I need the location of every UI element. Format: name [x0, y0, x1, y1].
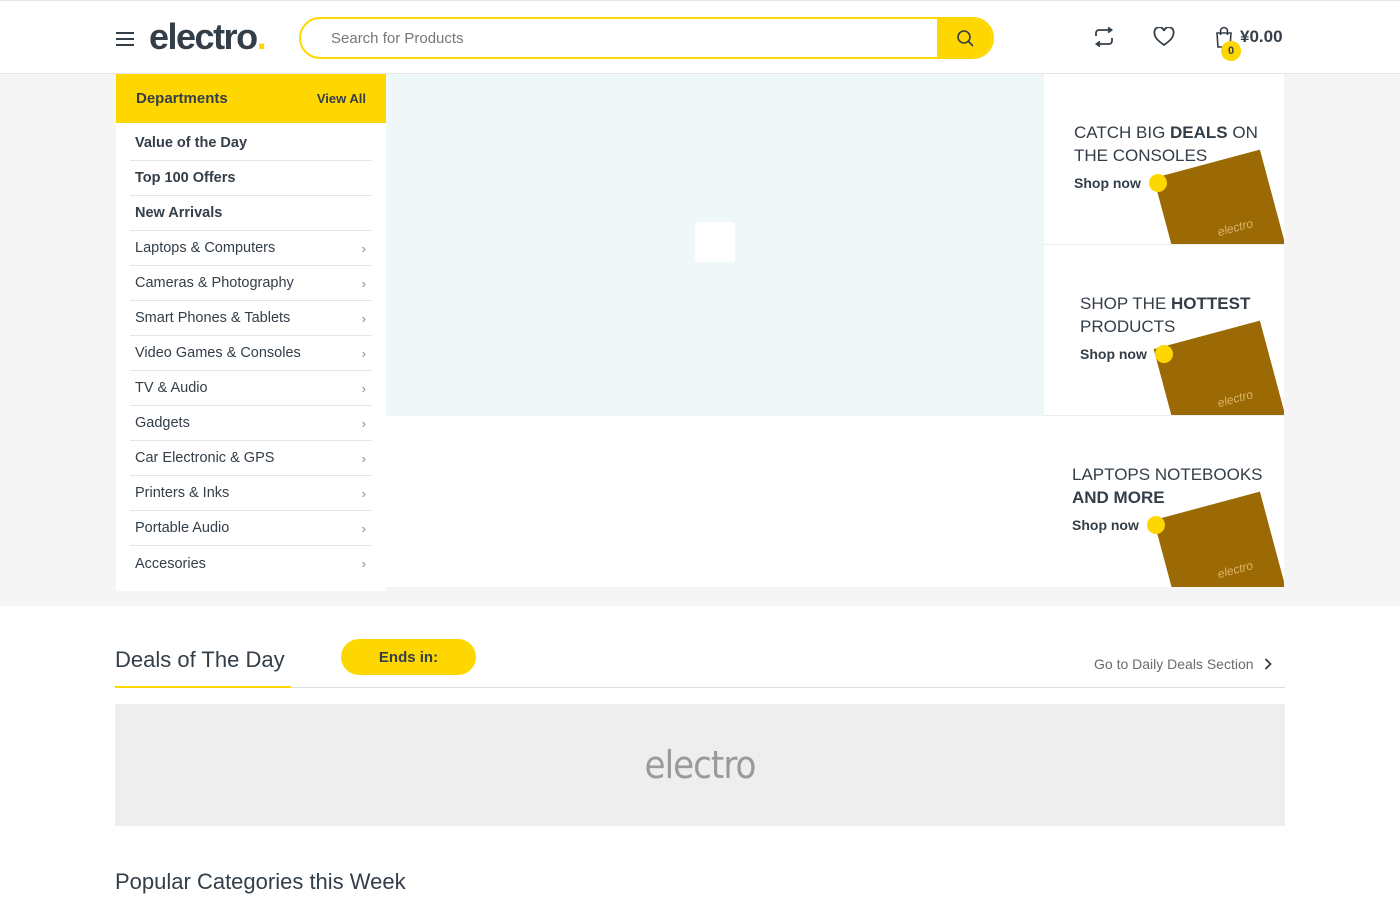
chevron-right-icon: ›	[361, 345, 366, 361]
dept-item-cameras-photography[interactable]: Cameras & Photography ›	[130, 266, 372, 301]
hero-slider-footer	[386, 416, 1044, 587]
search-icon	[956, 30, 973, 47]
dept-item-portable-audio[interactable]: Portable Audio ›	[130, 511, 372, 546]
dept-item-label: New Arrivals	[135, 205, 223, 221]
promo-banner-consoles[interactable]: electro Catch Big Deals on the Consoles …	[1044, 74, 1284, 245]
chevron-right-icon: ›	[361, 415, 366, 431]
dept-item-value-of-the-day[interactable]: Value of the Day	[130, 126, 372, 161]
departments-menu: Departments View All Value of the Day To…	[116, 74, 386, 591]
heart-icon	[1153, 27, 1175, 47]
dept-item-accesories[interactable]: Accesories ›	[130, 546, 372, 581]
view-all-link[interactable]: View All	[317, 91, 366, 106]
hamburger-menu-icon[interactable]	[116, 32, 134, 46]
dept-item-label: Car Electronic & GPS	[135, 450, 275, 466]
promo-banner-laptops[interactable]: electro Laptops Notebooks And More Shop …	[1044, 416, 1284, 587]
banner-dot	[1155, 345, 1173, 363]
dept-item-label: Gadgets	[135, 415, 190, 431]
popular-categories-title: Popular Categories this Week	[115, 869, 406, 894]
search-input[interactable]	[301, 19, 941, 57]
deals-banner-logo: electro	[644, 743, 757, 787]
dept-item-new-arrivals[interactable]: New Arrivals	[130, 196, 372, 231]
dept-item-label: Laptops & Computers	[135, 240, 276, 256]
chevron-right-icon: ›	[361, 310, 366, 326]
ends-in-badge: Ends in:	[341, 639, 476, 675]
departments-title: Departments	[136, 90, 228, 107]
banner-heading: Shop the Hottest Products	[1080, 292, 1280, 338]
shop-now-link[interactable]: Shop now	[1074, 175, 1141, 191]
dept-item-top-100-offers[interactable]: Top 100 Offers	[130, 161, 372, 196]
deals-title: Deals of The Day	[115, 647, 285, 672]
dept-item-smart-phones-tablets[interactable]: Smart Phones & Tablets ›	[130, 301, 372, 336]
banner-heading-post: Products	[1080, 317, 1176, 336]
dept-item-label: Cameras & Photography	[135, 275, 294, 291]
banner-dot	[1149, 174, 1167, 192]
chevron-right-icon: ›	[361, 485, 366, 501]
daily-deals-link-label: Go to Daily Deals Section	[1094, 656, 1254, 672]
hero-slider[interactable]	[386, 74, 1044, 416]
dept-item-video-games-consoles[interactable]: Video Games & Consoles ›	[130, 336, 372, 371]
chevron-right-icon: ›	[361, 380, 366, 396]
dept-item-label: Smart Phones & Tablets	[135, 310, 291, 326]
daily-deals-link[interactable]: Go to Daily Deals Section	[1094, 656, 1272, 672]
departments-header: Departments View All	[116, 74, 386, 123]
slider-loading-placeholder	[695, 222, 735, 262]
cart-total[interactable]: ¥0.00	[1240, 27, 1283, 47]
shop-now-link[interactable]: Shop now	[1080, 346, 1147, 362]
banner-dot	[1147, 516, 1165, 534]
departments-list: Value of the Day Top 100 Offers New Arri…	[116, 123, 386, 581]
dept-item-laptops-computers[interactable]: Laptops & Computers ›	[130, 231, 372, 266]
banner-heading-pre: Shop the	[1080, 294, 1172, 313]
compare-icon	[1094, 27, 1114, 47]
chevron-right-icon: ›	[361, 556, 366, 571]
banner-heading-bold: Deals	[1170, 123, 1228, 142]
dept-item-label: Accesories	[135, 555, 206, 572]
cart-count-badge: 0	[1221, 41, 1241, 61]
deals-banner[interactable]: electro	[115, 704, 1285, 826]
logo-text: electro	[149, 16, 258, 57]
banner-heading: Catch Big Deals on the Consoles	[1074, 121, 1274, 167]
promo-banner-hottest[interactable]: electro Shop the Hottest Products Shop n…	[1044, 245, 1284, 416]
shop-now-link[interactable]: Shop now	[1072, 517, 1139, 533]
search-bar	[299, 17, 994, 59]
banner-heading-pre: Catch Big	[1074, 123, 1171, 142]
dept-item-label: Video Games & Consoles	[135, 345, 301, 361]
logo-dot: .	[256, 16, 267, 57]
dept-item-car-electronic-gps[interactable]: Car Electronic & GPS ›	[130, 441, 372, 476]
deals-title-underline	[115, 686, 291, 688]
chevron-right-icon: ›	[361, 240, 366, 256]
banner-heading: Laptops Notebooks And More	[1072, 463, 1282, 509]
site-header: electro. 0 ¥0.00	[0, 0, 1400, 74]
chevron-right-icon: ›	[361, 275, 366, 291]
dept-item-label: TV & Audio	[135, 380, 208, 396]
chevron-right-icon: ›	[361, 450, 366, 466]
banner-heading-bold: And More	[1072, 488, 1165, 507]
dept-item-label: Value of the Day	[135, 135, 248, 151]
chevron-right-icon: ›	[361, 520, 366, 536]
dept-item-gadgets[interactable]: Gadgets ›	[130, 406, 372, 441]
dept-item-tv-audio[interactable]: TV & Audio ›	[130, 371, 372, 406]
banner-heading-bold: Hottest	[1171, 294, 1251, 313]
banner-image-label: electro	[1216, 387, 1255, 411]
banner-heading-pre: Laptops Notebooks	[1072, 465, 1263, 484]
banner-image-label: electro	[1216, 216, 1255, 240]
search-button[interactable]	[937, 19, 992, 57]
wishlist-button[interactable]	[1152, 25, 1176, 49]
banner-image-label: electro	[1216, 558, 1255, 582]
dept-item-label: Printers & Inks	[135, 485, 230, 501]
dept-item-label: Portable Audio	[135, 520, 230, 536]
site-logo[interactable]: electro.	[149, 16, 267, 58]
compare-button[interactable]	[1092, 25, 1116, 49]
dept-item-printers-inks[interactable]: Printers & Inks ›	[130, 476, 372, 511]
dept-item-label: Top 100 Offers	[135, 170, 236, 186]
chevron-right-icon	[1264, 658, 1272, 670]
